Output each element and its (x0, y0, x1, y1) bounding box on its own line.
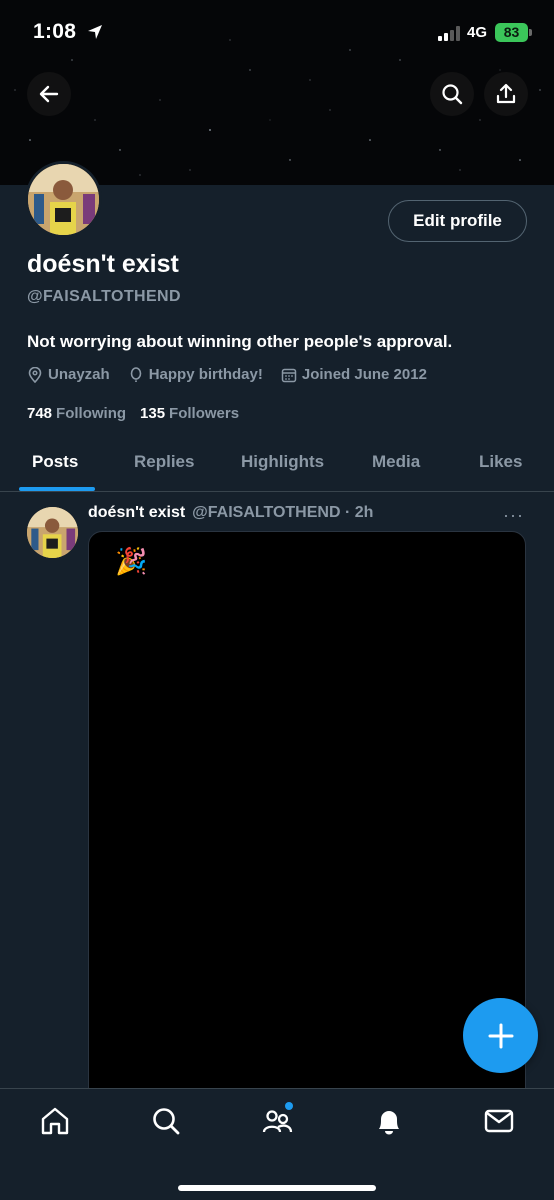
tab-replies[interactable]: Replies (134, 452, 194, 472)
joined-text: Joined June 2012 (301, 366, 427, 383)
follow-stats: 748 Following 135 Followers (27, 405, 253, 422)
post-header: doésn't exist @FAISALTOTHEND · 2h (88, 504, 373, 522)
birthday-text: Happy birthday! (148, 366, 263, 383)
status-time: 1:08 (33, 20, 77, 43)
post-media[interactable]: 🎉 (88, 531, 526, 1101)
profile-tabs: Posts Replies Highlights Media Likes (0, 440, 554, 492)
arrow-left-icon (39, 85, 59, 103)
party-popper-emoji: 🎉 (115, 546, 148, 576)
active-tab-indicator (19, 487, 95, 491)
home-icon[interactable] (39, 1105, 71, 1137)
back-button[interactable] (27, 72, 71, 116)
calendar-icon (281, 368, 297, 382)
notification-dot (285, 1102, 293, 1110)
post-author-handle: @FAISALTOTHEND · 2h (192, 504, 374, 521)
joined-item: Joined June 2012 (281, 366, 427, 383)
profile-meta: Unayzah Happy birthday! Joined June 2012 (27, 366, 445, 383)
edit-profile-button[interactable]: Edit profile (388, 200, 527, 242)
search-icon[interactable] (150, 1105, 182, 1137)
home-indicator (178, 1185, 376, 1191)
location-text: Unayzah (48, 366, 110, 383)
post-item[interactable]: doésn't exist @FAISALTOTHEND · 2h ··· 🎉 (0, 493, 554, 1101)
battery-cap (529, 29, 532, 36)
following-label[interactable]: Following (56, 405, 126, 422)
more-options-button[interactable]: ··· (503, 505, 524, 526)
avatar-photo (28, 164, 99, 235)
tab-media[interactable]: Media (372, 452, 420, 472)
status-bar: 1:08 4G 83 (0, 0, 554, 64)
avatar-photo (27, 507, 78, 558)
location-pin-icon (28, 366, 42, 383)
post-author-name[interactable]: doésn't exist (88, 504, 185, 522)
display-name: doésn't exist (27, 250, 179, 278)
signal-icon (438, 26, 460, 41)
followers-count[interactable]: 135 (140, 405, 165, 422)
birthday-item: Happy birthday! (128, 366, 263, 383)
compose-post-button[interactable] (463, 998, 538, 1073)
search-icon (442, 84, 463, 105)
notifications-icon[interactable] (373, 1105, 405, 1137)
network-type: 4G (467, 24, 488, 41)
share-button[interactable] (484, 72, 528, 116)
profile-avatar[interactable] (25, 161, 102, 238)
followers-label[interactable]: Followers (169, 405, 239, 422)
messages-icon[interactable] (483, 1105, 515, 1137)
location-item: Unayzah (27, 366, 110, 383)
following-count[interactable]: 748 (27, 405, 52, 422)
battery-indicator: 83 (495, 23, 528, 42)
profile-handle: @FAISALTOTHEND (27, 288, 181, 305)
share-icon (496, 83, 516, 104)
balloon-icon (130, 366, 141, 382)
tab-posts[interactable]: Posts (32, 452, 78, 472)
profile-bio: Not worrying about winning other people'… (27, 332, 453, 351)
tab-likes[interactable]: Likes (479, 452, 522, 472)
post-author-avatar[interactable] (27, 507, 78, 558)
plus-icon (488, 1023, 513, 1048)
bottom-navigation (0, 1088, 554, 1200)
location-arrow-icon (88, 25, 102, 39)
tab-highlights[interactable]: Highlights (241, 452, 324, 472)
search-button[interactable] (430, 72, 474, 116)
